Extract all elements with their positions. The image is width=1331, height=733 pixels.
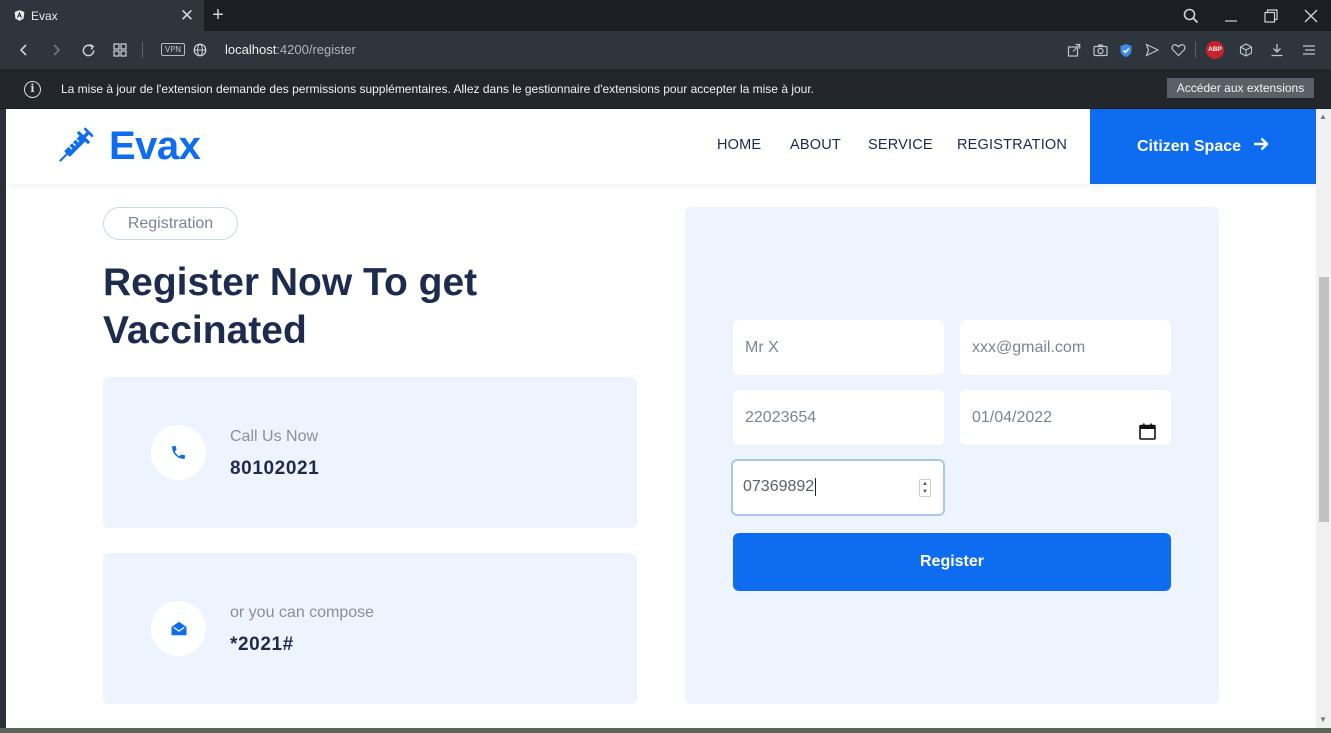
toolbar-separator: [142, 42, 143, 58]
name-placeholder: Mr X: [745, 339, 779, 356]
phone-icon: [151, 425, 206, 480]
browser-titlebar: Evax ✕ +: [0, 0, 1331, 31]
browser-search-icon[interactable]: [1176, 0, 1206, 31]
syringe-logo-icon[interactable]: [52, 125, 96, 169]
citizen-space-button[interactable]: Citizen Space: [1090, 109, 1316, 184]
register-button[interactable]: Register: [733, 533, 1171, 591]
nav-about[interactable]: ABOUT: [790, 137, 841, 153]
speed-dial-icon[interactable]: [111, 41, 129, 59]
toolbar-separator: [1195, 42, 1196, 58]
url-field[interactable]: localhost:4200/register: [225, 42, 356, 57]
id-number-input[interactable]: 22023654: [733, 390, 944, 445]
citizen-space-label: Citizen Space: [1136, 137, 1242, 155]
text-caret: [815, 477, 817, 496]
menu-icon[interactable]: [1300, 41, 1318, 59]
nav-home[interactable]: HOME: [717, 137, 761, 153]
phone-value: 07369892: [743, 478, 815, 495]
browser-toolbar: VPN localhost:4200/register ABP: [0, 31, 1331, 69]
url-host: localhost: [225, 42, 277, 57]
compose-code: *2021#: [230, 634, 294, 655]
scroll-up-icon[interactable]: ▲: [1319, 112, 1327, 121]
call-label: Call Us Now: [230, 428, 319, 445]
phone-input[interactable]: 07369892 ▲ ▼: [731, 459, 945, 516]
adblock-plus-icon[interactable]: ABP: [1206, 41, 1224, 59]
call-number[interactable]: 80102021: [230, 458, 319, 480]
send-icon[interactable]: [1143, 41, 1161, 59]
camera-icon[interactable]: [1091, 41, 1109, 59]
close-window-icon[interactable]: [1296, 0, 1326, 31]
share-icon[interactable]: [1065, 41, 1083, 59]
date-value: 01/04/2022: [972, 409, 1053, 426]
tab-close-icon[interactable]: ✕: [176, 0, 198, 31]
heart-icon[interactable]: [1169, 41, 1187, 59]
arrow-right-icon: [1253, 137, 1269, 156]
reload-icon[interactable]: [79, 41, 97, 59]
site-logo-text[interactable]: Evax: [109, 124, 201, 169]
compose-card: or you can compose *2021#: [103, 553, 637, 704]
nav-service[interactable]: SERVICE: [868, 137, 933, 153]
web-page: Evax HOME ABOUT SERVICE REGISTRATION Cit…: [6, 109, 1316, 728]
scroll-thumb[interactable]: [1319, 277, 1329, 522]
id-number-value: 22023654: [745, 409, 817, 426]
taskbar-edge: [0, 728, 1331, 733]
info-icon: i: [24, 81, 41, 98]
extension-infobar: i La mise à jour de l'extension demande …: [0, 69, 1331, 109]
new-tab-button[interactable]: +: [208, 0, 228, 31]
open-extensions-button[interactable]: Accéder aux extensions: [1167, 78, 1314, 98]
envelope-open-icon: [151, 601, 206, 656]
download-icon[interactable]: [1268, 41, 1286, 59]
vpn-badge[interactable]: VPN: [161, 43, 185, 56]
page-title: Register Now To get Vaccinated: [103, 261, 478, 352]
call-card: Call Us Now 80102021: [103, 377, 637, 528]
scroll-down-icon[interactable]: ▼: [1319, 715, 1327, 724]
back-icon[interactable]: [15, 41, 33, 59]
calendar-icon[interactable]: [1139, 408, 1156, 440]
restore-icon[interactable]: [1256, 0, 1286, 31]
globe-icon[interactable]: [191, 41, 209, 59]
site-header: Evax HOME ABOUT SERVICE REGISTRATION Cit…: [6, 109, 1316, 184]
email-placeholder: xxx@gmail.com: [972, 339, 1086, 356]
url-path: :4200/register: [276, 42, 356, 57]
tab-title: Evax: [31, 8, 58, 23]
angular-favicon-icon: [12, 9, 26, 23]
email-input[interactable]: xxx@gmail.com: [960, 320, 1171, 375]
infobar-message: La mise à jour de l'extension demande de…: [61, 82, 815, 96]
browser-tab[interactable]: Evax ✕: [0, 0, 204, 31]
nav-registration[interactable]: REGISTRATION: [957, 137, 1067, 153]
name-input[interactable]: Mr X: [733, 320, 944, 375]
section-pill: Registration: [103, 207, 238, 240]
minimize-icon[interactable]: [1216, 0, 1246, 31]
shield-icon[interactable]: [1117, 41, 1135, 59]
registration-form: Mr X xxx@gmail.com 22023654 01/04/2022 0…: [685, 207, 1219, 704]
number-stepper-icon[interactable]: ▲ ▼: [919, 479, 931, 497]
cube-extension-icon[interactable]: [1237, 41, 1255, 59]
date-input[interactable]: 01/04/2022: [960, 390, 1171, 445]
compose-label: or you can compose: [230, 604, 375, 621]
forward-icon[interactable]: [47, 41, 65, 59]
page-scrollbar[interactable]: ▲ ▼: [1316, 109, 1331, 728]
